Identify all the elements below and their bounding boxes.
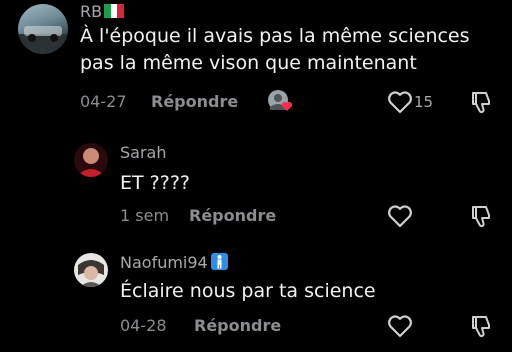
thumbs-down-icon[interactable] xyxy=(468,89,494,115)
comment-text: ET ???? xyxy=(120,172,190,194)
thumbs-down-icon[interactable] xyxy=(468,313,494,339)
username-text: RB xyxy=(80,2,103,21)
username[interactable]: Sarah xyxy=(120,143,166,163)
comment-text-line-1: À l'époque il avais pas la même sciences xyxy=(80,25,470,47)
avatar-image xyxy=(78,260,104,287)
man-emoji-icon xyxy=(210,253,228,270)
comment-text: Éclaire nous par ta science xyxy=(120,280,376,302)
avatar[interactable] xyxy=(18,4,68,54)
thumbs-down-icon[interactable] xyxy=(468,203,494,229)
comment-date: 1 sem xyxy=(120,206,170,225)
reply-button[interactable]: Répondre xyxy=(189,206,276,226)
avatar-image xyxy=(76,147,106,177)
like-count: 15 xyxy=(414,93,434,111)
reply-button[interactable]: Répondre xyxy=(151,92,238,112)
username-text: Naofumi94 xyxy=(120,253,208,272)
heart-outline-icon[interactable] xyxy=(386,203,414,229)
comment-text-line-2: pas la même vison que maintenant xyxy=(80,52,417,74)
comment-date: 04-27 xyxy=(80,92,127,111)
reply-button[interactable]: Répondre xyxy=(194,316,281,336)
comment-date: 04-28 xyxy=(120,316,167,335)
avatar-image xyxy=(18,26,68,54)
avatar[interactable] xyxy=(74,143,108,177)
avatar[interactable] xyxy=(74,253,108,287)
creator-liked-avatar-icon xyxy=(267,89,295,113)
username[interactable]: Naofumi94 xyxy=(120,253,228,273)
username[interactable]: RB xyxy=(80,2,125,22)
heart-outline-icon[interactable] xyxy=(386,89,414,115)
italy-flag-icon xyxy=(104,3,125,18)
heart-outline-icon[interactable] xyxy=(386,313,414,339)
